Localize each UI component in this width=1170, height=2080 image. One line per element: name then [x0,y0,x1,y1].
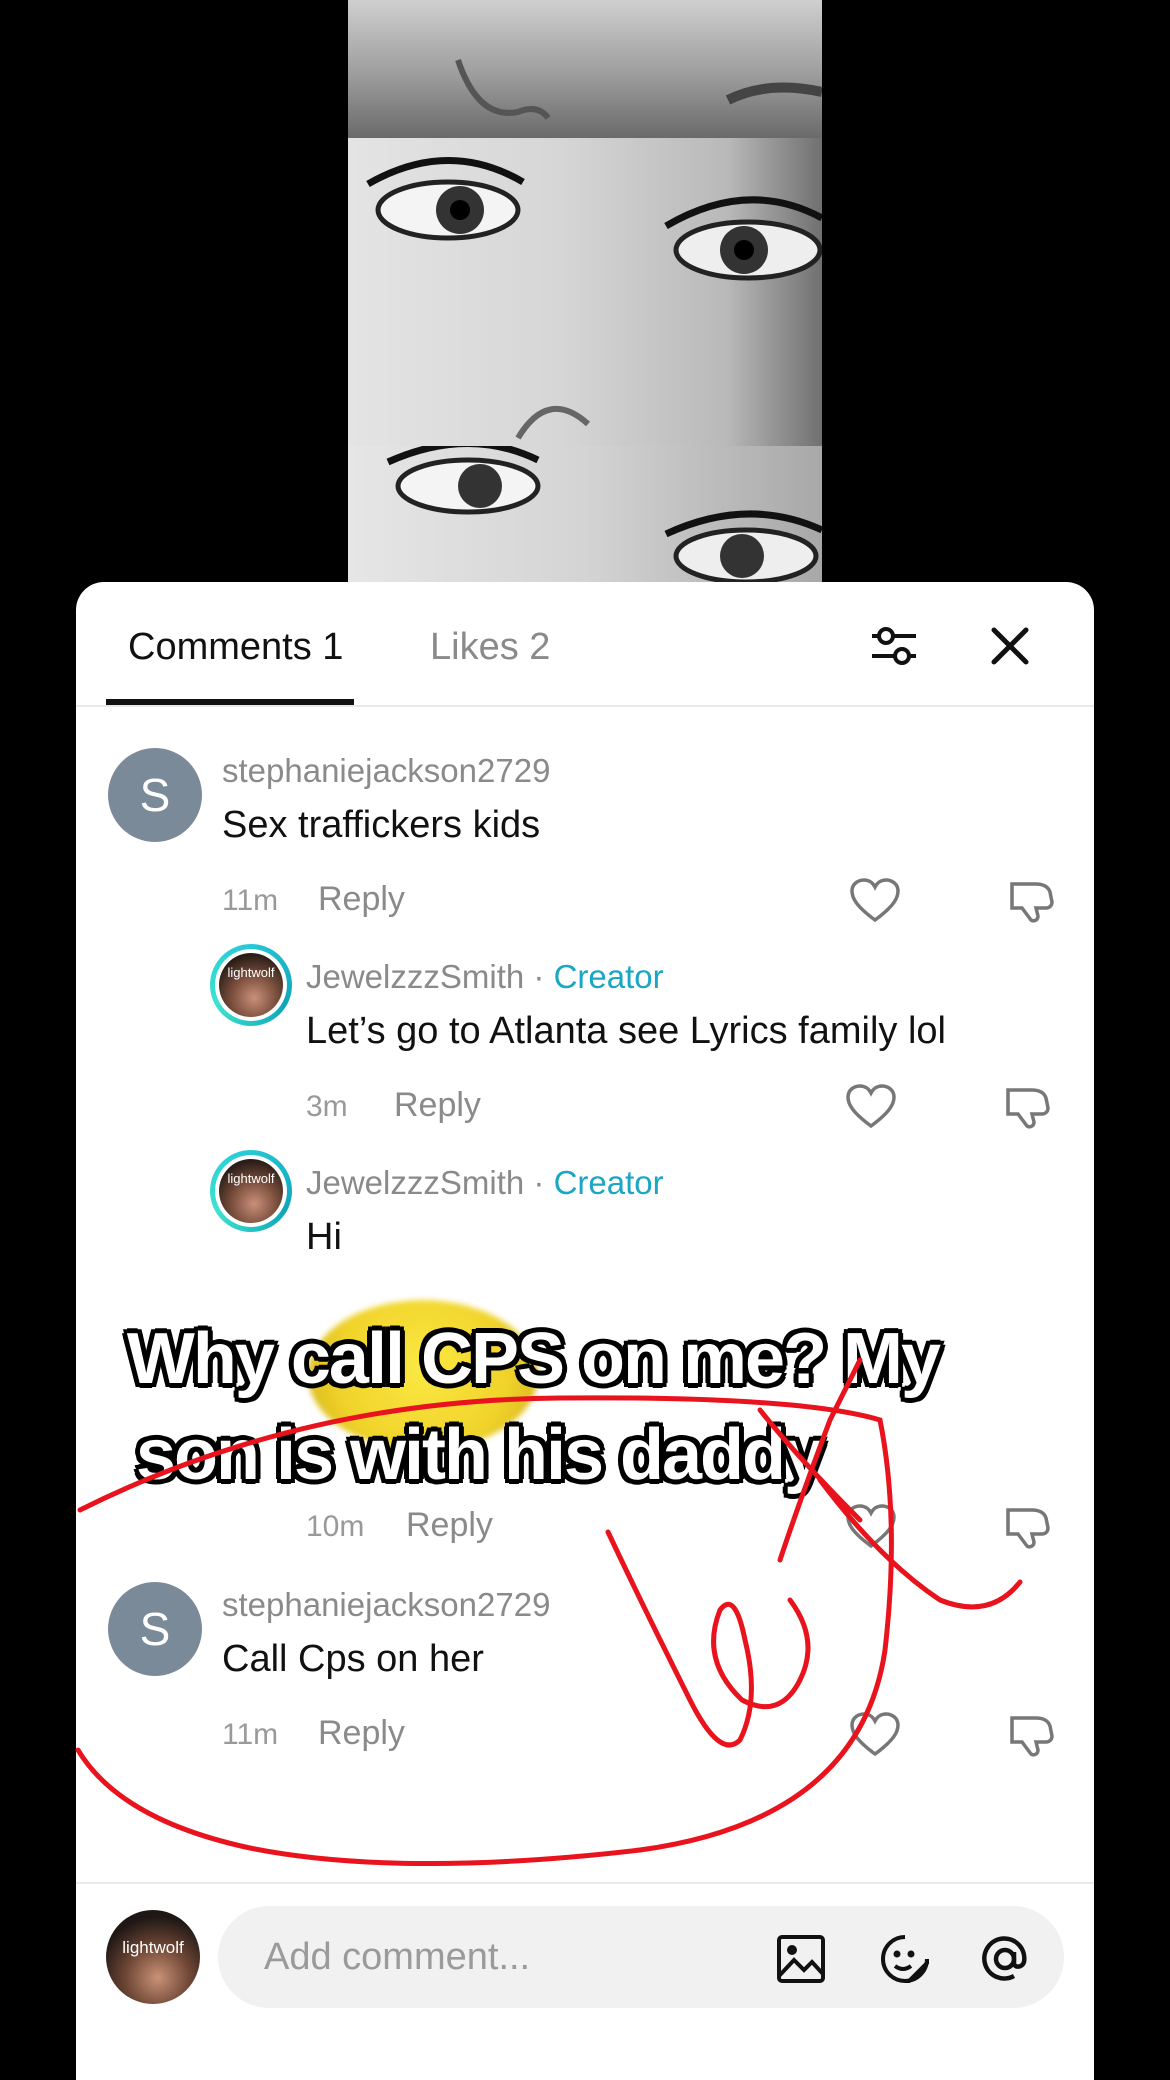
red-scribble-drawing [75,1357,1023,1866]
